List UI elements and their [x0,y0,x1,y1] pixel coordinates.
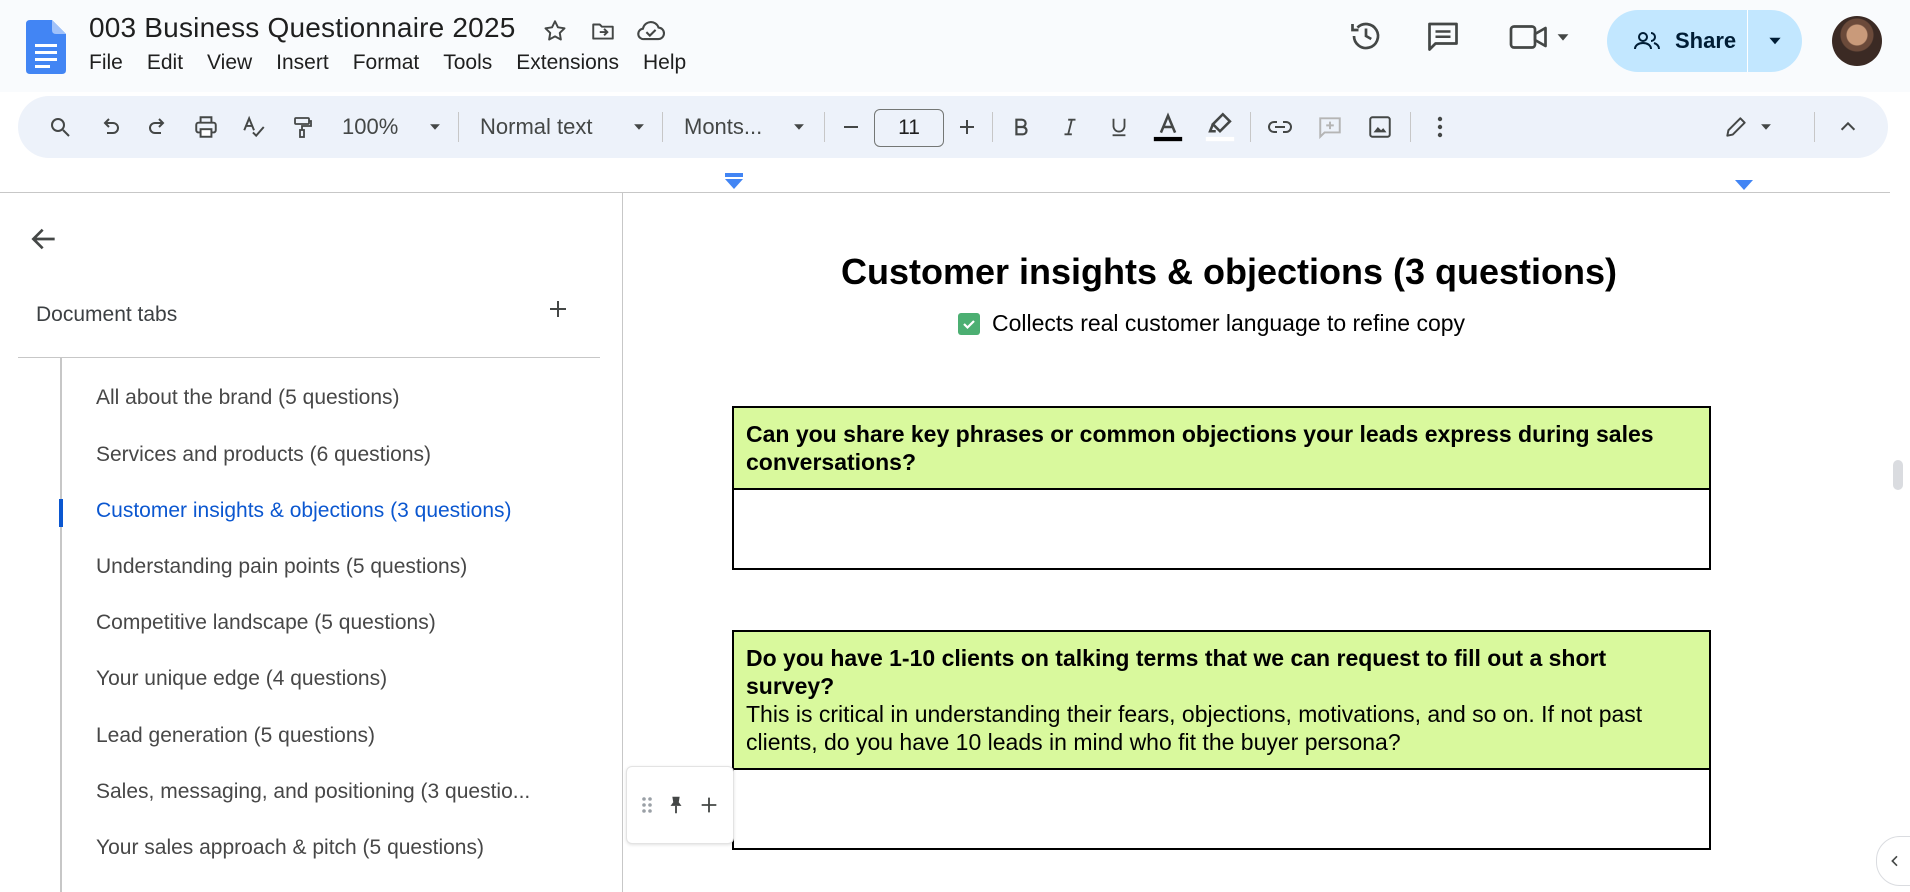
document-tabs-sidebar: Document tabs All about the brand (5 que… [0,193,623,892]
version-history-icon[interactable] [1348,18,1384,54]
question-cell[interactable]: Do you have 1-10 clients on talking term… [734,632,1709,770]
bold-icon[interactable] [1003,96,1039,158]
tab-services-products[interactable]: Services and products (6 questions) [96,443,431,467]
tab-sales-approach[interactable]: Your sales approach & pitch (5 questions… [96,836,484,860]
back-arrow-icon[interactable] [28,223,60,255]
answer-cell[interactable] [734,490,1709,568]
section-subline: Collects real customer language to refin… [958,310,1465,337]
tab-sales-messaging[interactable]: Sales, messaging, and positioning (3 que… [96,780,530,804]
zoom-value: 100% [342,114,399,139]
zoom-select[interactable]: 100% [342,96,432,158]
add-row-icon[interactable] [698,794,720,816]
tab-pain-points[interactable]: Understanding pain points (5 questions) [96,555,467,579]
move-to-folder-icon[interactable] [588,16,618,46]
drag-handle-icon[interactable] [640,794,654,816]
decrease-font-size-icon[interactable] [834,96,868,158]
menu-format[interactable]: Format [353,51,420,75]
header: 003 Business Questionnaire 2025 File Edi… [0,0,1910,92]
text-color-icon[interactable] [1150,96,1186,158]
editing-mode-icon[interactable] [1718,96,1754,158]
spellcheck-icon[interactable] [236,96,272,158]
editing-mode-dropdown-icon[interactable] [1754,96,1778,158]
menu-bar: File Edit View Insert Format Tools Exten… [89,51,710,75]
highlight-color-icon[interactable] [1202,96,1238,158]
answer-cell[interactable] [734,770,1709,848]
search-menus-icon[interactable] [42,96,78,158]
question-table-1: Can you share key phrases or common obje… [732,406,1711,570]
more-options-icon[interactable] [1422,96,1458,158]
insert-image-icon[interactable] [1362,96,1398,158]
avatar[interactable] [1832,16,1882,66]
meet-dropdown-icon[interactable] [1554,28,1572,46]
question-text: Can you share key phrases or common obje… [746,421,1654,475]
question-note: This is critical in understanding their … [746,701,1643,755]
menu-edit[interactable]: Edit [147,51,183,75]
menu-tools[interactable]: Tools [443,51,492,75]
zoom-dropdown-icon[interactable] [422,96,448,158]
toolbar: 100% Normal text Monts... 11 [18,96,1888,158]
cloud-saved-icon[interactable] [636,16,666,46]
question-table-2: Do you have 1-10 clients on talking term… [732,630,1711,850]
add-tab-icon[interactable] [546,297,570,321]
table-row-handle [626,766,734,844]
paragraph-style-select[interactable]: Normal text [480,96,630,158]
italic-icon[interactable] [1052,96,1088,158]
comments-icon[interactable] [1425,18,1461,54]
section-heading: Customer insights & objections (3 questi… [840,251,1618,292]
star-icon[interactable] [540,16,570,46]
chevron-left-icon [1891,855,1898,867]
redo-icon[interactable] [140,96,176,158]
font-size-input[interactable]: 11 [874,109,944,147]
left-indent-marker[interactable] [724,173,744,191]
question-cell[interactable]: Can you share key phrases or common obje… [734,408,1709,490]
active-tab-indicator [59,499,63,527]
paragraph-style-value: Normal text [480,114,593,139]
paint-format-icon[interactable] [284,96,320,158]
tab-lead-generation[interactable]: Lead generation (5 questions) [96,724,375,748]
collapse-toolbar-icon[interactable] [1830,96,1866,158]
question-text: Do you have 1-10 clients on talking term… [746,645,1607,699]
insert-link-icon[interactable] [1262,96,1298,158]
tab-brand[interactable]: All about the brand (5 questions) [96,386,400,410]
checkmark-icon [958,312,980,335]
menu-insert[interactable]: Insert [276,51,329,75]
tab-competitive-landscape[interactable]: Competitive landscape (5 questions) [96,611,436,635]
font-value: Monts... [684,114,763,139]
tab-customer-insights[interactable]: Customer insights & objections (3 questi… [96,499,512,523]
font-dropdown-icon[interactable] [786,96,812,158]
share-label: Share [1675,28,1737,53]
meet-icon[interactable] [1508,22,1572,52]
scrollbar-thumb[interactable] [1893,460,1903,490]
menu-file[interactable]: File [89,51,123,75]
undo-icon[interactable] [92,96,128,158]
print-icon[interactable] [188,96,224,158]
underline-icon[interactable] [1101,96,1137,158]
style-dropdown-icon[interactable] [626,96,652,158]
share-button[interactable]: Share [1607,10,1802,72]
document-tabs-title: Document tabs [36,303,178,326]
menu-extensions[interactable]: Extensions [516,51,619,75]
google-docs-icon[interactable] [26,20,66,74]
share-dropdown-icon[interactable] [1748,33,1802,49]
tab-unique-edge[interactable]: Your unique edge (4 questions) [96,667,387,691]
menu-help[interactable]: Help [643,51,686,75]
document-page[interactable]: Customer insights & objections (3 questi… [624,193,1890,892]
add-comment-icon[interactable] [1312,96,1348,158]
font-select[interactable]: Monts... [684,96,794,158]
subline-text: Collects real customer language to refin… [992,310,1466,336]
people-icon [1634,32,1660,50]
menu-view[interactable]: View [207,51,252,75]
document-title[interactable]: 003 Business Questionnaire 2025 [89,12,516,44]
increase-font-size-icon[interactable] [950,96,984,158]
pin-row-icon[interactable] [665,793,687,817]
right-indent-marker[interactable] [1734,178,1754,192]
